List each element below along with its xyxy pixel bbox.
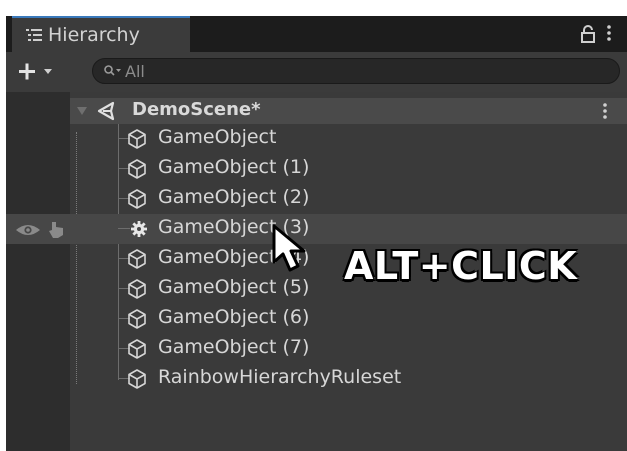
hierarchy-item[interactable]: GameObject (1) [70, 154, 627, 184]
tab-hierarchy[interactable]: Hierarchy [12, 16, 190, 52]
kebab-menu-icon[interactable] [604, 23, 614, 43]
item-label: RainbowHierarchyRuleset [158, 366, 402, 388]
item-label: GameObject (5) [158, 276, 310, 298]
cube-icon [128, 279, 146, 299]
cube-icon [128, 309, 146, 329]
hierarchy-item[interactable]: GameObject (2) [70, 184, 627, 214]
cube-icon [128, 339, 146, 359]
cube-icon [128, 129, 146, 149]
visibility-gutter [6, 92, 70, 451]
search-filter-icon [104, 65, 121, 76]
item-label: GameObject (7) [158, 336, 310, 358]
search-input[interactable] [125, 60, 605, 82]
tab-title: Hierarchy [48, 24, 140, 46]
item-label: GameObject (2) [158, 186, 310, 208]
eye-icon[interactable] [14, 222, 42, 238]
cube-icon [128, 189, 146, 209]
kebab-menu-icon[interactable] [600, 101, 610, 121]
cube-icon [128, 369, 146, 389]
item-label: GameObject (1) [158, 156, 310, 178]
cube-icon [128, 249, 146, 269]
lock-icon[interactable] [580, 24, 596, 44]
item-label: GameObject (6) [158, 306, 310, 328]
unity-scene-icon [97, 101, 115, 121]
scene-header-row[interactable]: DemoScene* [70, 98, 627, 124]
hierarchy-toolbar [6, 52, 627, 92]
hierarchy-list-icon [26, 29, 42, 41]
arrow-cursor-icon [272, 224, 306, 272]
hierarchy-item[interactable]: GameObject (6) [70, 304, 627, 334]
search-field[interactable] [92, 58, 620, 84]
gear-icon [131, 221, 147, 237]
cube-icon [128, 159, 146, 179]
foldout-expanded-icon[interactable] [76, 105, 88, 117]
create-dropdown-button[interactable] [14, 58, 66, 86]
scene-name: DemoScene* [132, 99, 261, 120]
hierarchy-item[interactable]: GameObject [70, 124, 627, 154]
hierarchy-item[interactable]: RainbowHierarchyRuleset [70, 364, 627, 394]
alt-click-caption: ALT+CLICK [344, 244, 578, 288]
item-label: GameObject [158, 126, 277, 148]
hierarchy-item[interactable]: GameObject (7) [70, 334, 627, 364]
tab-bar: Hierarchy [6, 16, 627, 52]
hand-pointer-icon[interactable] [46, 218, 68, 240]
